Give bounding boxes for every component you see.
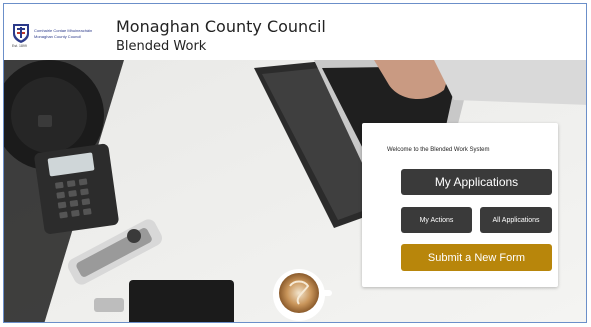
logo-text-est: Est. 1899 — [12, 44, 27, 48]
page-title: Monaghan County Council — [116, 17, 326, 36]
council-logo: Comhairle Contae Mhuineacháin Monaghan C… — [12, 22, 104, 48]
all-applications-button[interactable]: All Applications — [480, 207, 552, 233]
welcome-text: Welcome to the Blended Work System — [387, 147, 490, 153]
header: Comhairle Contae Mhuineacháin Monaghan C… — [4, 4, 586, 60]
desk-phone — [34, 143, 119, 234]
my-actions-button[interactable]: My Actions — [401, 207, 472, 233]
page-subtitle: Blended Work — [116, 39, 207, 54]
logo-text-english: Monaghan County Council — [34, 34, 82, 39]
my-applications-button[interactable]: My Applications — [401, 169, 552, 195]
app-window: Comhairle Contae Mhuineacháin Monaghan C… — [3, 3, 587, 323]
submit-new-form-button[interactable]: Submit a New Form — [401, 244, 552, 271]
crest-icon — [13, 24, 29, 43]
welcome-card: Welcome to the Blended Work System My Ap… — [362, 123, 558, 287]
logo-text-irish: Comhairle Contae Mhuineacháin — [34, 28, 93, 33]
